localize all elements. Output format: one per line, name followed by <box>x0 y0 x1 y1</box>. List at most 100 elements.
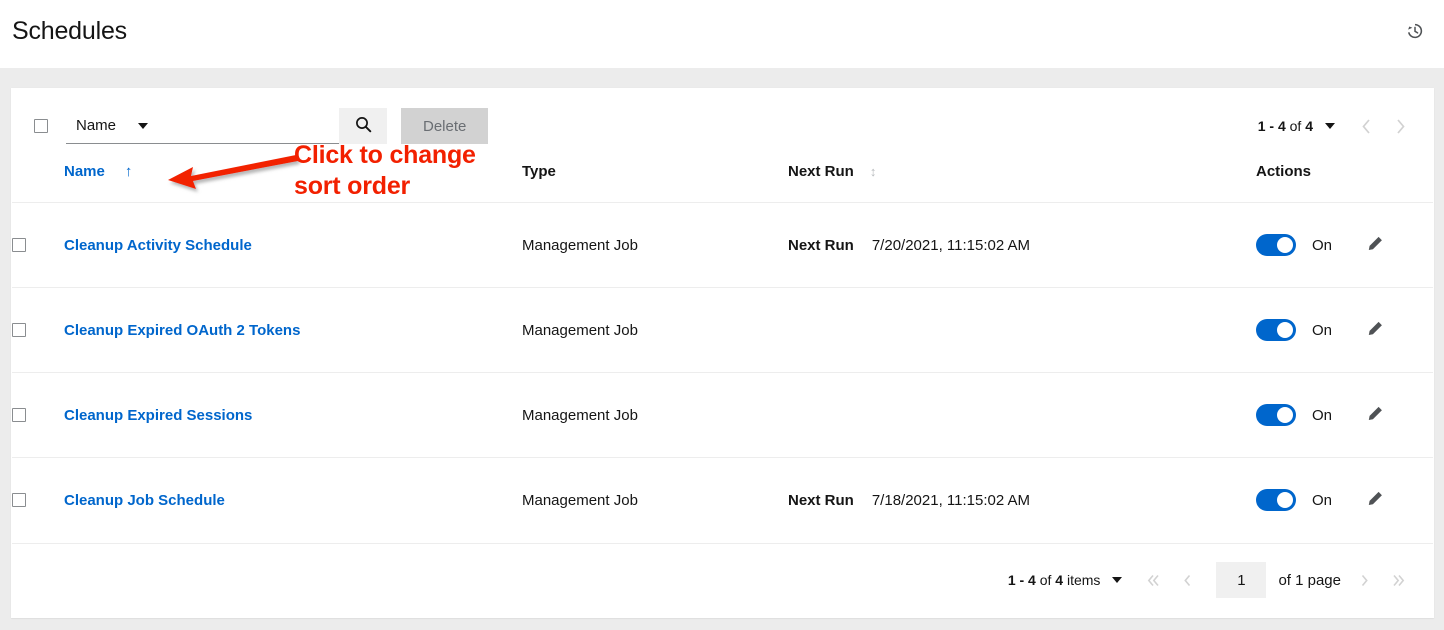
edit-button[interactable] <box>1362 317 1388 343</box>
header-actions <box>1400 17 1430 51</box>
schedule-enable-toggle[interactable] <box>1256 234 1296 256</box>
next-run-label: Next Run <box>788 237 854 254</box>
row-next-run-cell: Next Run 7/18/2021, 11:15:02 AM <box>788 458 1256 543</box>
bottom-of: of <box>1036 572 1055 588</box>
schedules-table: Name ↑ Type Next Run ↕ Actions <box>12 163 1433 543</box>
schedule-link[interactable]: Cleanup Expired Sessions <box>64 407 252 424</box>
history-icon-button[interactable] <box>1400 17 1430 47</box>
row-select-checkbox[interactable] <box>12 408 26 422</box>
toolbar-pagination-caret-icon[interactable] <box>1325 123 1335 129</box>
row-actions-cell: On <box>1256 288 1433 373</box>
page-header: Schedules <box>0 0 1444 68</box>
history-icon <box>1405 21 1425 44</box>
last-page-button[interactable] <box>1381 565 1415 595</box>
pencil-icon <box>1366 235 1384 256</box>
search-input[interactable] <box>156 108 339 144</box>
toolbar-pagination-count: 1 - 4 of 4 <box>1258 118 1313 134</box>
toolbar-next-page-button[interactable] <box>1383 111 1417 141</box>
of-pages-label: of 1 page <box>1278 572 1341 589</box>
filter-type-value: Name <box>76 117 116 134</box>
row-checkbox-cell <box>12 458 64 543</box>
row-next-run-cell: Next Run 7/20/2021, 11:15:02 AM <box>788 203 1256 288</box>
header-next-run: Next Run ↕ <box>788 163 1256 203</box>
toolbar-prev-page-button[interactable] <box>1349 111 1383 141</box>
header-type: Type <box>522 163 788 203</box>
row-actions-cell: On <box>1256 458 1433 543</box>
select-all-checkbox[interactable] <box>34 119 48 133</box>
table-head: Name ↑ Type Next Run ↕ Actions <box>12 163 1433 203</box>
previous-page-button[interactable] <box>1170 565 1204 595</box>
sort-name-link[interactable]: Name <box>64 163 105 180</box>
toolbar-of: of <box>1286 118 1305 134</box>
filter-type-select[interactable]: Name <box>66 108 156 144</box>
row-name-cell: Cleanup Expired Sessions <box>64 373 522 458</box>
bottom-total: 4 <box>1055 572 1063 588</box>
table-row: Cleanup Job Schedule Management Job Next… <box>12 458 1433 543</box>
next-run-label: Next Run <box>788 492 854 509</box>
schedule-enable-toggle[interactable] <box>1256 319 1296 341</box>
toggle-state-label: On <box>1312 322 1332 339</box>
toolbar-total: 4 <box>1305 118 1313 134</box>
pencil-icon <box>1366 405 1384 426</box>
first-page-button[interactable] <box>1136 565 1170 595</box>
edit-button[interactable] <box>1362 402 1388 428</box>
table-row: Cleanup Activity Schedule Management Job… <box>12 203 1433 288</box>
pencil-icon <box>1366 490 1384 511</box>
pencil-icon <box>1366 320 1384 341</box>
row-actions-cell: On <box>1256 203 1433 288</box>
schedules-card: Name Delete 1 - 4 of 4 <box>11 88 1434 618</box>
toggle-state-label: On <box>1312 237 1332 254</box>
row-type-cell: Management Job <box>522 203 788 288</box>
row-name-cell: Cleanup Job Schedule <box>64 458 522 543</box>
toolbar-pagination: 1 - 4 of 4 <box>1258 111 1417 141</box>
header-next-run-label: Next Run <box>788 163 854 180</box>
next-run-value: 7/20/2021, 11:15:02 AM <box>872 237 1030 254</box>
search-icon <box>355 116 372 136</box>
header-name: Name ↑ <box>64 163 522 203</box>
edit-button[interactable] <box>1362 232 1388 258</box>
bottom-pagination: 1 - 4 of 4 items of 1 page <box>12 543 1433 617</box>
toggle-state-label: On <box>1312 492 1332 509</box>
row-select-checkbox[interactable] <box>12 323 26 337</box>
bottom-range: 1 - 4 <box>1008 572 1036 588</box>
row-checkbox-cell <box>12 288 64 373</box>
row-type-cell: Management Job <box>522 373 788 458</box>
row-select-checkbox[interactable] <box>12 493 26 507</box>
sort-unsorted-icon[interactable]: ↕ <box>870 165 877 178</box>
edit-button[interactable] <box>1362 487 1388 513</box>
next-page-button[interactable] <box>1347 565 1381 595</box>
row-actions-cell: On <box>1256 373 1433 458</box>
table-body: Cleanup Activity Schedule Management Job… <box>12 203 1433 543</box>
row-name-cell: Cleanup Expired OAuth 2 Tokens <box>64 288 522 373</box>
schedule-enable-toggle[interactable] <box>1256 489 1296 511</box>
toggle-state-label: On <box>1312 407 1332 424</box>
bottom-items-word: items <box>1063 572 1100 588</box>
row-type-cell: Management Job <box>522 288 788 373</box>
row-type-cell: Management Job <box>522 458 788 543</box>
table-header-row: Name ↑ Type Next Run ↕ Actions <box>12 163 1433 203</box>
header-checkbox-cell <box>12 163 64 203</box>
delete-button[interactable]: Delete <box>401 108 488 144</box>
bottom-pagination-count: 1 - 4 of 4 items <box>1008 572 1101 588</box>
table-row: Cleanup Expired Sessions Management Job … <box>12 373 1433 458</box>
content-area: Name Delete 1 - 4 of 4 <box>0 68 1444 618</box>
schedule-enable-toggle[interactable] <box>1256 404 1296 426</box>
search-button[interactable] <box>339 108 387 144</box>
row-next-run-cell <box>788 373 1256 458</box>
page-number-input[interactable] <box>1216 562 1266 598</box>
page-title: Schedules <box>12 19 127 50</box>
row-name-cell: Cleanup Activity Schedule <box>64 203 522 288</box>
toggle-knob <box>1277 237 1293 253</box>
row-checkbox-cell <box>12 373 64 458</box>
table-toolbar: Name Delete 1 - 4 of 4 <box>12 89 1433 163</box>
schedule-link[interactable]: Cleanup Activity Schedule <box>64 237 252 254</box>
toggle-knob <box>1277 322 1293 338</box>
row-select-checkbox[interactable] <box>12 238 26 252</box>
bottom-pagination-caret-icon[interactable] <box>1112 577 1122 583</box>
sort-ascending-icon[interactable]: ↑ <box>125 164 133 179</box>
schedule-link[interactable]: Cleanup Expired OAuth 2 Tokens <box>64 322 300 339</box>
schedule-link[interactable]: Cleanup Job Schedule <box>64 492 225 509</box>
toggle-knob <box>1277 407 1293 423</box>
next-run-value: 7/18/2021, 11:15:02 AM <box>872 492 1030 509</box>
row-checkbox-cell <box>12 203 64 288</box>
